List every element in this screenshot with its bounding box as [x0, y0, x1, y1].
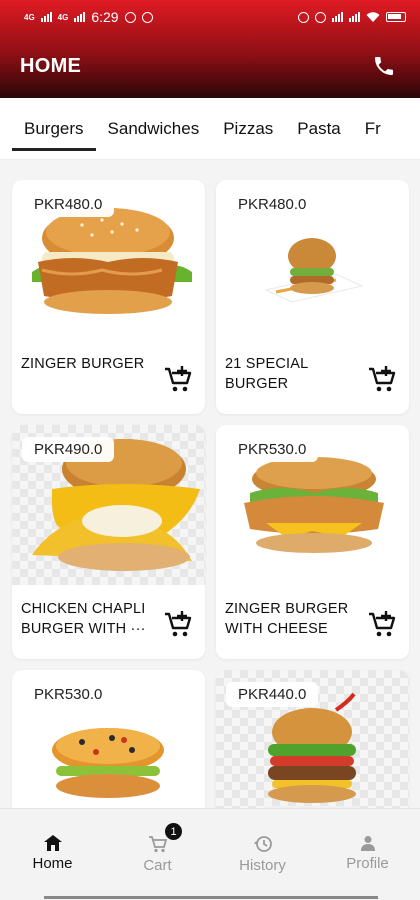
messenger-icon: [124, 11, 136, 23]
whatsapp-icon: [141, 11, 153, 23]
product-name: CHICKEN CHAPLI BURGER WITH ···: [21, 601, 146, 637]
profile-icon: [360, 836, 375, 851]
nav-history[interactable]: History: [210, 809, 315, 900]
data-saver-icon: [315, 11, 326, 23]
add-to-cart-icon[interactable]: [163, 609, 195, 641]
tab-sandwiches[interactable]: Sandwiches: [96, 98, 212, 159]
product-price: PKR480.0: [22, 192, 115, 217]
status-right: [298, 11, 406, 23]
product-price: PKR530.0: [226, 437, 319, 462]
product-name: 21 SPECIAL BURGER: [225, 356, 308, 392]
signal-bars-icon-2: [74, 12, 86, 22]
nav-home-label: Home: [32, 855, 73, 872]
product-card-6[interactable]: PKR440.0: [216, 670, 409, 810]
product-card-chicken-chapli-burger[interactable]: PKR490.0 CHICKEN CHAPLI BURGER WITH ···: [12, 425, 205, 659]
alarm-icon: [298, 11, 309, 23]
product-name: ZINGER BURGER: [21, 356, 145, 372]
tab-pasta[interactable]: Pasta: [285, 98, 352, 159]
product-card-zinger-burger[interactable]: PKR480.0 ZINGER BURGER: [12, 180, 205, 414]
nav-history-label: History: [239, 857, 286, 874]
home-icon: [43, 835, 62, 851]
product-card-5[interactable]: PKR530.0: [12, 670, 205, 810]
product-card-21-special-burger[interactable]: PKR480.0 21 SPECIAL BURGER: [216, 180, 409, 414]
battery-icon: [386, 12, 406, 22]
nav-cart-label: Cart: [143, 857, 172, 874]
add-to-cart-icon[interactable]: [367, 364, 399, 396]
product-card-zinger-burger-with-cheese[interactable]: PKR530.0 ZINGER BURGER WITH CHEESE: [216, 425, 409, 659]
cart-count-badge: 1: [165, 823, 182, 840]
product-price: PKR490.0: [22, 437, 115, 462]
tab-burgers[interactable]: Burgers: [12, 98, 96, 159]
product-name: ZINGER BURGER WITH CHEESE: [225, 601, 349, 637]
app-bar: HOME: [0, 34, 420, 98]
product-grid: PKR480.0 ZINGER BURGER PKR480.0 21 SPECI…: [0, 170, 420, 810]
nav-cart[interactable]: 1 Cart: [105, 809, 210, 900]
tab-fries[interactable]: Fr: [353, 98, 393, 159]
nav-home[interactable]: Home: [0, 809, 105, 900]
product-price: PKR440.0: [226, 682, 319, 707]
product-price: PKR530.0: [22, 682, 115, 707]
category-tabs: Burgers Sandwiches Pizzas Pasta Fr: [0, 98, 420, 160]
add-to-cart-icon[interactable]: [163, 364, 195, 396]
top-app-bar: 4G 4G 6:29 HOME: [0, 0, 420, 98]
network-bars-icon: [332, 12, 343, 22]
cart-icon: [148, 836, 167, 853]
status-left: 4G 4G 6:29: [24, 9, 153, 25]
status-bar: 4G 4G 6:29: [0, 0, 420, 34]
history-icon: [253, 836, 272, 852]
wifi-icon: [366, 11, 380, 22]
signal-4g-icon-2: 4G: [57, 12, 69, 22]
tab-pizzas[interactable]: Pizzas: [211, 98, 285, 159]
signal-bars-icon: [40, 12, 52, 22]
signal-4g-icon: 4G: [24, 12, 35, 22]
status-time: 6:29: [91, 9, 119, 25]
bottom-navigation: Home 1 Cart History Profile: [0, 808, 420, 900]
network-bars-icon-2: [349, 12, 360, 22]
home-indicator: [44, 896, 378, 899]
product-price: PKR480.0: [226, 192, 319, 217]
nav-profile[interactable]: Profile: [315, 809, 420, 900]
page-title: HOME: [20, 54, 82, 77]
add-to-cart-icon[interactable]: [367, 609, 399, 641]
nav-profile-label: Profile: [346, 855, 389, 872]
phone-icon[interactable]: [372, 54, 396, 78]
